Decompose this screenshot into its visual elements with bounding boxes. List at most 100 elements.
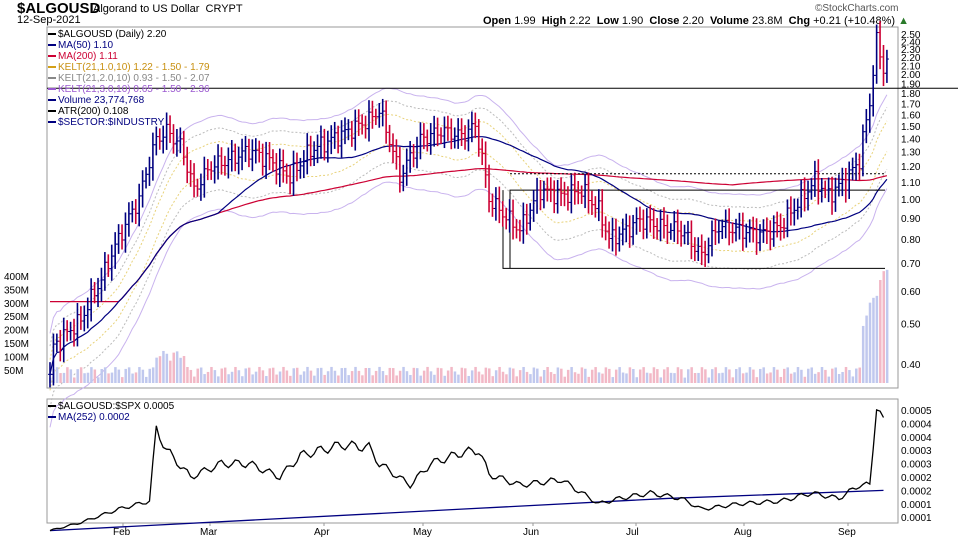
volume-bar (302, 371, 306, 383)
price-axis-label: 0.70 (901, 259, 921, 270)
x-axis-label: Sep (838, 527, 856, 538)
volume-bar (697, 372, 700, 383)
volume-bar (470, 370, 474, 383)
volume-bar (186, 367, 189, 383)
volume-bar (656, 369, 659, 383)
legend-item: $ALGOUSD:$SPX 0.0005 (48, 401, 174, 412)
price-axis-label: 0.40 (901, 360, 921, 371)
volume-bar (710, 369, 714, 383)
volume-bar (508, 367, 512, 383)
volume-bar (340, 368, 344, 383)
volume-bar (748, 367, 752, 383)
legend-text: KELT(21,3.0,10) 0.65 - 1.50 - 2.36 (58, 84, 210, 95)
ratio-axis-label: 0.0001 (901, 500, 932, 511)
price-axis-label: 1.00 (901, 195, 921, 206)
volume-bar (436, 367, 440, 383)
volume-bar (234, 366, 237, 383)
legend-text: MA(252) 0.0002 (58, 412, 130, 423)
volume-bar (381, 371, 385, 383)
volume-bar (179, 357, 182, 383)
volume-bar (409, 374, 412, 383)
volume-bar (457, 374, 460, 383)
volume-bar (789, 373, 793, 383)
volume-bar (199, 367, 203, 383)
volume-bar (765, 373, 769, 383)
volume-axis-label: 350M (4, 285, 29, 296)
volume-bar (282, 366, 285, 383)
volume-bar (628, 367, 632, 383)
volume-bar (213, 370, 217, 383)
volume-bar (803, 376, 807, 383)
volume-bar (62, 372, 66, 383)
price-axis-label: 0.60 (901, 287, 921, 298)
x-axis-label: Aug (734, 527, 752, 538)
legend-swatch-icon (48, 99, 56, 102)
volume-bar (793, 372, 796, 383)
kelt3-lower (49, 181, 888, 428)
volume-bar (573, 372, 577, 383)
volume-bar (872, 297, 875, 383)
volume-bar (525, 371, 529, 383)
legend-text: MA(200) 1.11 (58, 51, 118, 62)
volume-bar (392, 368, 395, 383)
ratio-line (49, 408, 885, 532)
volume-bar (289, 375, 292, 383)
volume-bar (786, 367, 789, 383)
legend-item: $SECTOR:$INDUSTRY (48, 117, 164, 128)
volume-bar (796, 367, 800, 383)
volume-bar (824, 369, 827, 383)
volume-bar (724, 367, 728, 383)
volume-bar (145, 376, 148, 383)
volume-bar (820, 367, 824, 383)
volume-bar (419, 375, 422, 383)
x-axis-label: Feb (113, 527, 131, 538)
volume-bar (155, 357, 158, 383)
volume-bar (357, 370, 361, 383)
x-axis-label: Mar (200, 527, 218, 538)
ma50-line (49, 135, 888, 375)
volume-bar (206, 371, 210, 383)
ratio-axis-label: 0.0004 (901, 419, 932, 430)
legend-swatch-icon (48, 66, 56, 69)
volume-bar (498, 366, 501, 383)
volume-bar (405, 371, 409, 383)
volume-bar (258, 366, 261, 383)
volume-bar (138, 367, 141, 383)
volume-bar (165, 353, 169, 383)
volume-bar (488, 368, 491, 383)
volume-bar (114, 367, 117, 383)
volume-bar (515, 376, 518, 383)
volume-bar (481, 374, 484, 383)
legend-text: ATR(200) 0.108 (58, 106, 129, 117)
volume-bar (446, 370, 450, 383)
volume-bar (477, 371, 481, 383)
volume-bar (73, 377, 76, 383)
volume-bar (223, 367, 227, 383)
volume-bar (285, 370, 289, 383)
legend-text: KELT(21,1.0,10) 1.22 - 1.50 - 1.79 (58, 62, 210, 73)
volume-bar (429, 371, 433, 383)
price-axis-label: 1.40 (901, 134, 921, 145)
volume-bar (292, 368, 296, 383)
volume-bar (254, 371, 258, 383)
volume-bar (343, 367, 347, 383)
legend-item: MA(50) 1.10 (48, 40, 113, 51)
price-axis-label: 1.70 (901, 99, 921, 110)
volume-bar (861, 325, 865, 383)
volume-bar (577, 373, 580, 383)
legend-swatch-icon (48, 405, 56, 408)
volume-bar (868, 302, 872, 383)
volume-bar (512, 368, 515, 383)
volume-bar (875, 295, 879, 383)
volume-bar (570, 367, 573, 383)
volume-bar (755, 377, 759, 383)
volume-bar (227, 374, 230, 383)
volume-bar (460, 367, 464, 383)
price-axis-label: 1.30 (901, 148, 921, 159)
volume-bar (669, 372, 673, 383)
volume-bar (374, 370, 378, 383)
volume-bar (440, 368, 443, 383)
volume-bar (539, 376, 542, 383)
volume-bar (717, 373, 721, 383)
volume-bar (858, 367, 861, 383)
